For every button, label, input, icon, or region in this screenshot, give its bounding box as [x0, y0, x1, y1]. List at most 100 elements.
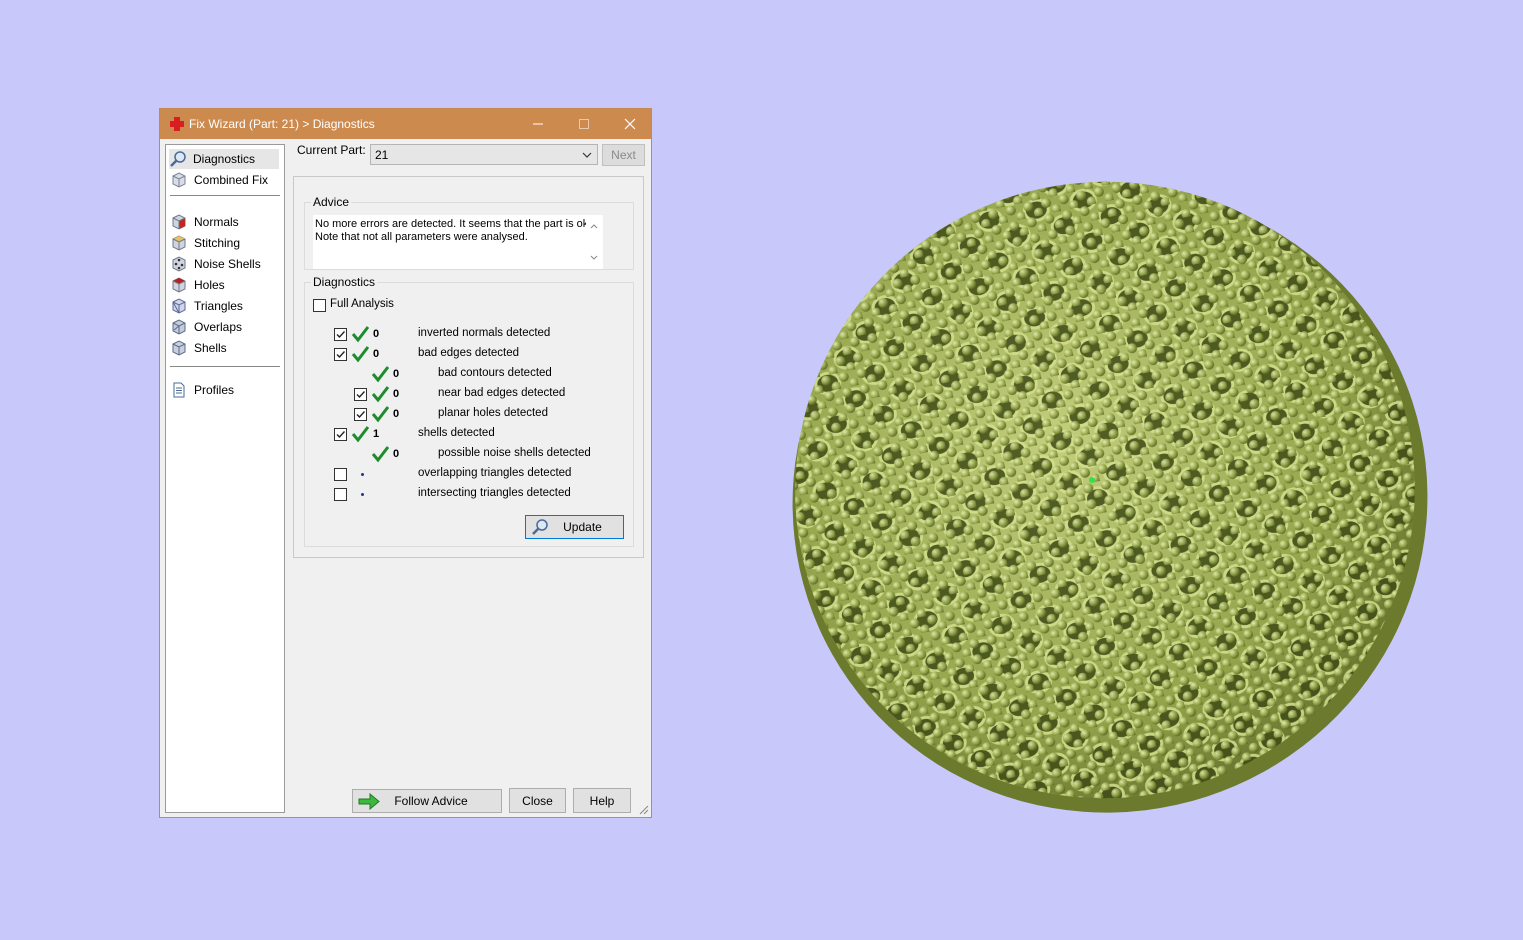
- advice-scrollbar[interactable]: [586, 215, 603, 269]
- window-title: Fix Wizard (Part: 21) > Diagnostics: [189, 117, 375, 131]
- minimize-icon: [533, 123, 543, 125]
- checkmark-icon: [336, 431, 345, 439]
- sidebar-item-label: Noise Shells: [194, 257, 261, 271]
- sidebar-item-label: Triangles: [194, 299, 243, 313]
- green-arrow-icon: [358, 793, 380, 810]
- model-viewport[interactable]: [760, 160, 1460, 840]
- green-check-icon: [351, 346, 369, 363]
- diagnostics-group: Diagnostics Full Analysis 0 inverted nor…: [304, 275, 634, 547]
- close-window-button[interactable]: [607, 109, 653, 139]
- sidebar-item-shells[interactable]: Shells: [170, 338, 227, 358]
- diagnostic-checkbox[interactable]: [354, 408, 367, 421]
- diagnostic-label: inverted normals detected: [418, 327, 551, 339]
- sidebar-item-noise-shells[interactable]: Noise Shells: [170, 254, 261, 274]
- scroll-up-icon: [590, 224, 598, 229]
- next-button[interactable]: Next: [602, 144, 645, 166]
- minimize-button[interactable]: [515, 109, 561, 139]
- sidebar-item-label: Shells: [194, 341, 227, 355]
- sidebar-item-normals[interactable]: Normals: [170, 212, 239, 232]
- diagnostic-checkbox[interactable]: [334, 488, 347, 501]
- title-bar[interactable]: Fix Wizard (Part: 21) > Diagnostics: [160, 109, 651, 139]
- diagnostic-checkbox[interactable]: [334, 468, 347, 481]
- diagnostic-label: overlapping triangles detected: [418, 467, 572, 479]
- diagnostic-checkbox[interactable]: [334, 328, 347, 341]
- follow-advice-button[interactable]: Follow Advice: [352, 789, 502, 813]
- cube-shell-icon: [172, 340, 186, 356]
- checkmark-icon: [356, 391, 365, 399]
- checkmark-icon: [356, 411, 365, 419]
- diagnostic-count: 0: [373, 328, 380, 340]
- diagnostic-label: near bad edges detected: [438, 387, 566, 399]
- green-check-icon: [371, 386, 389, 403]
- diagnostic-count: 0: [373, 348, 380, 360]
- diagnostic-checkbox[interactable]: [334, 348, 347, 361]
- cube-overlap-icon: [172, 319, 186, 335]
- diagnostic-count: 0: [393, 388, 400, 400]
- checkmark-icon: [336, 331, 345, 339]
- sidebar-item-combined-fix[interactable]: Combined Fix: [170, 170, 268, 190]
- red-cross-icon: [170, 117, 184, 131]
- magnifier-icon: [170, 151, 186, 167]
- full-analysis-label: Full Analysis: [330, 298, 394, 310]
- sidebar-item-diagnostics[interactable]: Diagnostics: [169, 149, 279, 169]
- advice-box: No more errors are detected. It seems th…: [313, 215, 603, 269]
- close-button[interactable]: Close: [509, 788, 566, 813]
- resize-grip-icon[interactable]: [639, 805, 649, 815]
- current-part-value: 21: [375, 148, 389, 162]
- not-analysed-dot: [361, 493, 364, 496]
- diagnostic-checkbox[interactable]: [354, 388, 367, 401]
- chevron-down-icon: [582, 152, 592, 158]
- close-icon: [624, 118, 636, 130]
- cube-stitch-icon: [172, 235, 186, 251]
- sidebar-item-triangles[interactable]: Triangles: [170, 296, 243, 316]
- diagnostic-label: shells detected: [418, 427, 495, 439]
- advice-group: Advice No more errors are detected. It s…: [304, 195, 634, 270]
- diagnostic-label: bad edges detected: [418, 347, 520, 359]
- main-panel: Advice No more errors are detected. It s…: [293, 176, 644, 558]
- sidebar-item-label: Profiles: [194, 383, 235, 397]
- green-check-icon: [351, 326, 369, 343]
- document-icon: [173, 382, 185, 398]
- fix-wizard-window: Fix Wizard (Part: 21) > Diagnostics Diag…: [159, 108, 652, 818]
- sidebar-item-profiles[interactable]: Profiles: [170, 380, 234, 400]
- follow-advice-label: Follow Advice: [394, 794, 468, 808]
- cube-red-face-icon: [172, 214, 186, 230]
- diagnostic-label: intersecting triangles detected: [418, 487, 571, 499]
- green-check-icon: [371, 366, 389, 383]
- cube-dots-icon: [172, 256, 186, 272]
- diagnostics-title: Diagnostics: [311, 275, 378, 289]
- sidebar-item-holes[interactable]: Holes: [170, 275, 225, 295]
- green-check-icon: [351, 426, 369, 443]
- checkmark-icon: [336, 351, 345, 359]
- diagnostic-count: 0: [393, 448, 400, 460]
- help-button[interactable]: Help: [573, 788, 631, 813]
- sidebar-item-label: Holes: [194, 278, 225, 292]
- sidebar-item-overlaps[interactable]: Overlaps: [170, 317, 242, 337]
- update-button[interactable]: Update: [525, 515, 624, 539]
- diagnostic-count: 0: [393, 368, 400, 380]
- scroll-down-icon: [590, 255, 598, 260]
- sidebar-nav: Diagnostics Combined Fix Normals Stitchi…: [165, 144, 285, 813]
- diagnostic-count: 0: [393, 408, 400, 420]
- cube-icon: [172, 172, 186, 188]
- magnifier-icon: [532, 519, 548, 535]
- sidebar-item-label: Combined Fix: [194, 173, 269, 187]
- diagnostic-label: bad contours detected: [438, 367, 552, 379]
- current-part-label: Current Part:: [297, 143, 366, 157]
- maximize-button[interactable]: [561, 109, 607, 139]
- sidebar-item-label: Overlaps: [194, 320, 243, 334]
- selection-marker: [1089, 477, 1095, 483]
- not-analysed-dot: [361, 473, 364, 476]
- current-part-select[interactable]: 21: [370, 144, 598, 165]
- full-analysis-checkbox[interactable]: [313, 299, 326, 312]
- sidebar-item-stitching[interactable]: Stitching: [170, 233, 240, 253]
- sidebar-item-label: Normals: [194, 215, 239, 229]
- diagnostic-count: 1: [373, 428, 380, 440]
- sidebar-divider: [170, 366, 280, 367]
- maximize-icon: [579, 119, 589, 129]
- diagnostic-label: possible noise shells detected: [438, 447, 591, 459]
- advice-title: Advice: [311, 195, 352, 209]
- diagnostic-checkbox[interactable]: [334, 428, 347, 441]
- cube-hole-icon: [172, 277, 186, 293]
- sidebar-item-label: Diagnostics: [193, 152, 256, 166]
